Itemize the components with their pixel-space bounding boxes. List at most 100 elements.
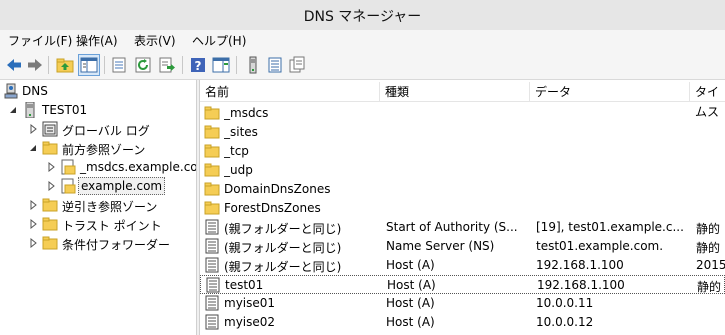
toolbar-separator xyxy=(48,56,49,74)
console-tree[interactable]: DNS TEST01 グローバル ログ 前方参照ゾーン _msdcs.examp… xyxy=(0,80,196,335)
expand-arrow-icon[interactable] xyxy=(28,219,38,229)
table-row[interactable]: _msdcs xyxy=(200,104,725,123)
server-icon xyxy=(22,102,38,118)
forward-icon[interactable] xyxy=(26,56,44,74)
tree-item-forward-zones[interactable]: 前方参照ゾーン xyxy=(0,139,196,158)
svg-text:?: ? xyxy=(195,59,202,73)
record-list-icon[interactable] xyxy=(266,56,284,74)
title-bar: DNS マネージャー xyxy=(0,0,725,30)
cell-data: 10.0.0.11 xyxy=(536,296,594,310)
menu-bar: ファイル(F) 操作(A) 表示(V) ヘルプ(H) xyxy=(0,30,725,50)
table-row[interactable]: ForestDnsZones xyxy=(200,199,725,218)
column-header-timestamp[interactable]: タイムス xyxy=(690,82,725,119)
tree-item-trust-points[interactable]: トラスト ポイント xyxy=(0,215,196,234)
show-hide-tree-icon[interactable] xyxy=(78,54,100,76)
record-icon xyxy=(204,295,220,311)
expand-arrow-icon[interactable] xyxy=(28,200,38,210)
table-row[interactable]: _tcp xyxy=(200,142,725,161)
tree-label: _msdcs.example.com xyxy=(80,160,196,174)
records-list[interactable]: 名前 種類 データ タイムス _msdcs _sites _tcp _udp Domai… xyxy=(200,80,725,335)
zone-icon xyxy=(60,159,76,175)
cell-data: [19], test01.example.c... xyxy=(536,220,684,234)
tree-item-dns[interactable]: DNS xyxy=(0,82,196,101)
help-icon[interactable]: ? xyxy=(189,56,207,74)
collapse-arrow-icon[interactable] xyxy=(28,143,38,153)
record-icon xyxy=(204,257,220,273)
folder-icon xyxy=(42,216,58,232)
folder-icon xyxy=(204,181,220,197)
tree-label: 逆引き参照ゾーン xyxy=(62,200,158,214)
back-icon[interactable] xyxy=(5,56,23,74)
tree-item-reverse-zones[interactable]: 逆引き参照ゾーン xyxy=(0,196,196,215)
tree-label: グローバル ログ xyxy=(62,124,150,138)
folder-icon xyxy=(42,235,58,251)
cell-timestamp: 静的 xyxy=(696,241,721,255)
menu-file[interactable]: ファイル(F) xyxy=(8,32,72,49)
cell-name: test01 xyxy=(225,278,264,292)
cell-data: 192.168.1.100 xyxy=(536,258,624,272)
expand-arrow-icon[interactable] xyxy=(28,238,38,248)
record-icon xyxy=(204,238,220,254)
column-header-name[interactable]: 名前 xyxy=(200,82,380,102)
table-row[interactable]: test01 Host (A) 192.168.1.100 静的 xyxy=(200,275,725,294)
zone-icon xyxy=(60,178,76,194)
cell-name: _msdcs xyxy=(224,106,269,120)
menu-action[interactable]: 操作(A) xyxy=(76,32,118,49)
table-row[interactable]: (親フォルダーと同じ) Name Server (NS) test01.exampl… xyxy=(200,237,725,256)
tree-label: DNS xyxy=(22,84,48,98)
tree-item-zone-msdcs[interactable]: _msdcs.example.com xyxy=(0,158,196,177)
copy-icon[interactable] xyxy=(288,56,306,74)
event-log-icon xyxy=(42,121,58,137)
expand-arrow-icon[interactable] xyxy=(28,124,38,134)
cell-timestamp: 静的 xyxy=(696,222,721,236)
toolbar-separator xyxy=(236,56,237,74)
menu-view[interactable]: 表示(V) xyxy=(134,32,176,49)
server-icon[interactable] xyxy=(244,56,262,74)
folder-icon xyxy=(204,124,220,140)
table-row[interactable]: DomainDnsZones xyxy=(200,180,725,199)
cell-type: Host (A) xyxy=(386,315,435,329)
cell-timestamp: 静的 xyxy=(697,280,722,294)
table-row[interactable]: (親フォルダーと同じ) Host (A) 192.168.1.100 2015/ xyxy=(200,256,725,275)
tree-item-zone-example[interactable]: example.com xyxy=(0,177,196,196)
cell-name: (親フォルダーと同じ) xyxy=(224,241,342,255)
toolbar-separator xyxy=(182,56,183,74)
table-row[interactable]: myise01 Host (A) 10.0.0.11 xyxy=(200,294,725,313)
cell-name: myise01 xyxy=(224,296,276,310)
export-list-icon[interactable] xyxy=(158,56,176,74)
up-folder-icon[interactable] xyxy=(56,56,74,74)
show-hide-action-pane-icon[interactable] xyxy=(212,56,230,74)
table-row[interactable]: myise02 Host (A) 10.0.0.12 xyxy=(200,313,725,332)
toolbar-separator xyxy=(104,56,105,74)
tree-item-server[interactable]: TEST01 xyxy=(0,101,196,120)
cell-name: _udp xyxy=(224,163,253,177)
cell-type: Host (A) xyxy=(387,278,436,292)
table-row[interactable]: _sites xyxy=(200,123,725,142)
table-row[interactable]: (親フォルダーと同じ) Start of Authority (S... [19],… xyxy=(200,218,725,237)
table-row[interactable]: _udp xyxy=(200,161,725,180)
record-icon xyxy=(205,277,221,293)
cell-name: ForestDnsZones xyxy=(224,201,321,215)
expand-arrow-icon[interactable] xyxy=(46,181,56,191)
tree-item-global-logs[interactable]: グローバル ログ xyxy=(0,120,196,139)
cell-name: (親フォルダーと同じ) xyxy=(224,260,342,274)
folder-icon xyxy=(204,162,220,178)
expand-arrow-icon[interactable] xyxy=(46,162,56,172)
column-header-type[interactable]: 種類 xyxy=(380,82,530,102)
cell-name: (親フォルダーと同じ) xyxy=(224,222,342,236)
record-icon xyxy=(204,314,220,330)
tree-label: トラスト ポイント xyxy=(62,219,162,233)
tree-item-conditional-forwarders[interactable]: 条件付フォワーダー xyxy=(0,234,196,253)
cell-name: myise02 xyxy=(224,315,276,329)
cell-data: 10.0.0.12 xyxy=(536,315,594,329)
properties-icon[interactable] xyxy=(110,56,128,74)
menu-help[interactable]: ヘルプ(H) xyxy=(192,32,246,49)
refresh-icon[interactable] xyxy=(134,56,152,74)
cell-name: _sites xyxy=(224,125,258,139)
column-header-data[interactable]: データ xyxy=(530,82,690,102)
cell-name: DomainDnsZones xyxy=(224,182,331,196)
tree-label: 前方参照ゾーン xyxy=(62,143,146,157)
tree-label: TEST01 xyxy=(42,103,88,117)
collapse-arrow-icon[interactable] xyxy=(8,105,18,115)
cell-data: 192.168.1.100 xyxy=(537,278,625,292)
